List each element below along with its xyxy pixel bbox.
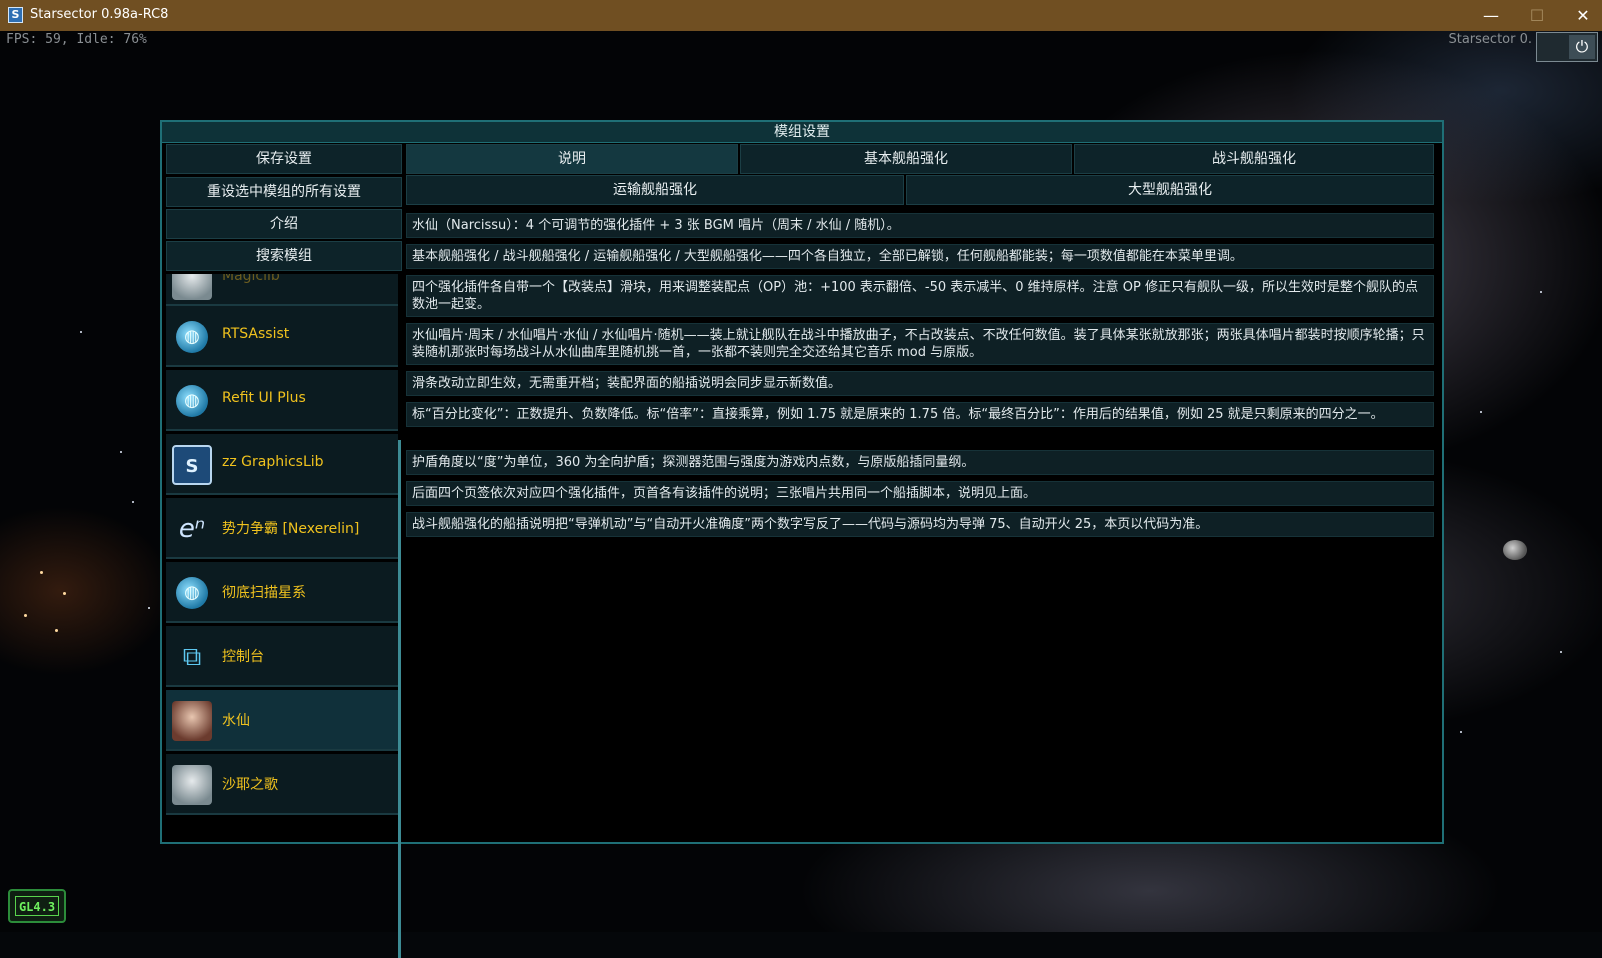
- mod-list-item-console[interactable]: ⧉ 控制台: [166, 626, 398, 687]
- description-line: 水仙（Narcissu）：4 个可调节的强化插件 + 3 张 BGM 唱片（周末…: [406, 213, 1434, 238]
- graphicslib-icon: S: [172, 445, 212, 485]
- description-line: 标“百分比变化”：正数提升、负数降低。标“倍率”：直接乘算，例如 1.75 就是…: [406, 402, 1434, 427]
- mod-name: 势力争霸 [Nexerelin]: [222, 521, 360, 537]
- maximize-button: ☐: [1529, 6, 1545, 25]
- description-line: 后面四个页签依次对应四个强化插件，页首各有该插件的说明；三张唱片共用同一个船插脚…: [406, 481, 1434, 506]
- mod-list-item-refit-ui-plus[interactable]: ◍ Refit UI Plus: [166, 370, 398, 431]
- mod-list-item-nexerelin[interactable]: eⁿ 势力争霸 [Nexerelin]: [166, 498, 398, 559]
- globe-icon: ◍: [176, 577, 208, 609]
- description-line: 护盾角度以“度”为单位，360 为全向护盾；探测器范围与强度为游戏内点数，与原版…: [406, 450, 1434, 475]
- power-icon: ⏻: [1569, 35, 1595, 59]
- mod-list-item[interactable]: Magiclib: [166, 274, 398, 306]
- window-titlebar: S Starsector 0.98a-RC8 — ☐ ✕: [0, 0, 1602, 31]
- intro-button[interactable]: 介绍: [166, 209, 402, 239]
- search-mods-button[interactable]: 搜索模组: [166, 241, 402, 271]
- tab-description[interactable]: 说明: [406, 144, 738, 174]
- mod-list-item-graphicslib[interactable]: S zz GraphicsLib: [166, 434, 398, 495]
- mod-name: 沙耶之歌: [222, 777, 278, 793]
- nexerelin-icon: eⁿ: [178, 514, 206, 544]
- narcissu-avatar-icon: [172, 701, 212, 741]
- tab-large-ship-boost[interactable]: 大型舰船强化: [906, 175, 1434, 205]
- asteroid: [1503, 540, 1527, 560]
- console-icon: ⧉: [182, 642, 202, 672]
- tab-basic-ship-boost[interactable]: 基本舰船强化: [740, 144, 1072, 174]
- dialog-title: 模组设置: [162, 122, 1442, 143]
- globe-icon: ◍: [176, 321, 208, 353]
- mod-settings-dialog: 模组设置 保存设置 重设选中模组的所有设置 介绍 搜索模组 Magiclib ◍…: [160, 120, 1444, 958]
- window-title: Starsector 0.98a-RC8: [30, 7, 169, 22]
- mod-icon: [172, 274, 212, 300]
- mod-list-item-rtsassist[interactable]: ◍ RTSAssist: [166, 306, 398, 367]
- close-button[interactable]: ✕: [1560, 0, 1602, 31]
- mod-list[interactable]: Magiclib ◍ RTSAssist ◍ Refit UI Plus S z…: [166, 274, 402, 834]
- gl-version-badge: GL4.3: [8, 889, 66, 923]
- gl-version-label: GL4.3: [15, 896, 59, 916]
- mod-name: 彻底扫描星系: [222, 585, 306, 601]
- minimize-button[interactable]: —: [1468, 0, 1514, 31]
- mod-list-item-saya[interactable]: 沙耶之歌: [166, 754, 398, 815]
- starsector-app-icon: S: [8, 7, 23, 23]
- mod-name: 水仙: [222, 713, 250, 729]
- mod-list-scrollbar[interactable]: [398, 440, 401, 958]
- mod-name: Magiclib: [222, 274, 280, 284]
- saya-avatar-icon: [172, 765, 212, 805]
- tab-transport-ship-boost[interactable]: 运输舰船强化: [406, 175, 904, 205]
- description-line: 水仙唱片·周末 / 水仙唱片·水仙 / 水仙唱片·随机——装上就让舰队在战斗中播…: [406, 323, 1434, 365]
- description-line: 四个强化插件各自带一个【改装点】滑块，用来调整装配点（OP）池：+100 表示翻…: [406, 275, 1434, 317]
- save-settings-button[interactable]: 保存设置: [166, 144, 402, 174]
- menu-power-button[interactable]: ⏻: [1536, 32, 1598, 62]
- mod-name: 控制台: [222, 649, 264, 665]
- description-line: 基本舰船强化 / 战斗舰船强化 / 运输舰船强化 / 大型舰船强化——四个各自独…: [406, 244, 1434, 269]
- description-line: 滑条改动立即生效，无需重开档；装配界面的船插说明会同步显示新数值。: [406, 371, 1434, 396]
- mod-name: RTSAssist: [222, 326, 290, 342]
- description-line: 战斗舰船强化的船插说明把“导弹机动”与“自动开火准确度”两个数字写反了——代码与…: [406, 512, 1434, 537]
- tab-combat-ship-boost[interactable]: 战斗舰船强化: [1074, 144, 1434, 174]
- mod-name: zz GraphicsLib: [222, 454, 324, 470]
- mod-name: Refit UI Plus: [222, 390, 306, 406]
- reset-selected-mod-button[interactable]: 重设选中模组的所有设置: [166, 177, 402, 207]
- mod-list-item-narcissu-selected[interactable]: 水仙: [166, 690, 398, 751]
- fps-counter: FPS: 59, Idle: 76%: [6, 32, 147, 47]
- version-label: Starsector 0.: [1448, 32, 1532, 47]
- mod-list-item-scan-system[interactable]: ◍ 彻底扫描星系: [166, 562, 398, 623]
- globe-icon: ◍: [176, 385, 208, 417]
